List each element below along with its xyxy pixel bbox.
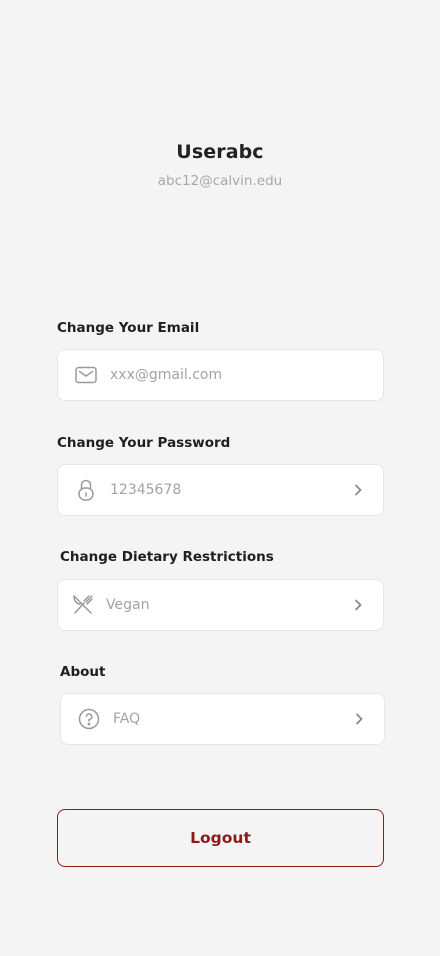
- email-section-label: Change Your Email: [57, 320, 200, 336]
- password-value: 12345678: [110, 482, 182, 498]
- faq-value: FAQ: [113, 711, 141, 727]
- about-section-label: About: [60, 664, 106, 680]
- email-input-placeholder: xxx@gmail.com: [110, 367, 223, 383]
- profile-username: Userabc: [176, 141, 264, 163]
- lock-icon: [74, 478, 98, 502]
- profile-email: abc12@calvin.edu: [157, 173, 283, 189]
- dietary-restrictions-field[interactable]: Vegan: [57, 579, 384, 631]
- password-field[interactable]: 12345678: [57, 464, 384, 516]
- chevron-right-icon: [351, 483, 365, 497]
- utensils-icon: [71, 593, 95, 617]
- dietary-section-label: Change Dietary Restrictions: [60, 549, 274, 565]
- question-circle-icon: [77, 707, 101, 731]
- chevron-right-icon: [351, 598, 365, 612]
- mail-icon: [74, 363, 98, 387]
- logout-button[interactable]: Logout: [57, 809, 384, 867]
- faq-field[interactable]: FAQ: [60, 693, 385, 745]
- dietary-restrictions-value: Vegan: [106, 597, 150, 613]
- email-field[interactable]: xxx@gmail.com: [57, 349, 384, 401]
- chevron-right-icon: [352, 712, 366, 726]
- password-section-label: Change Your Password: [57, 435, 231, 451]
